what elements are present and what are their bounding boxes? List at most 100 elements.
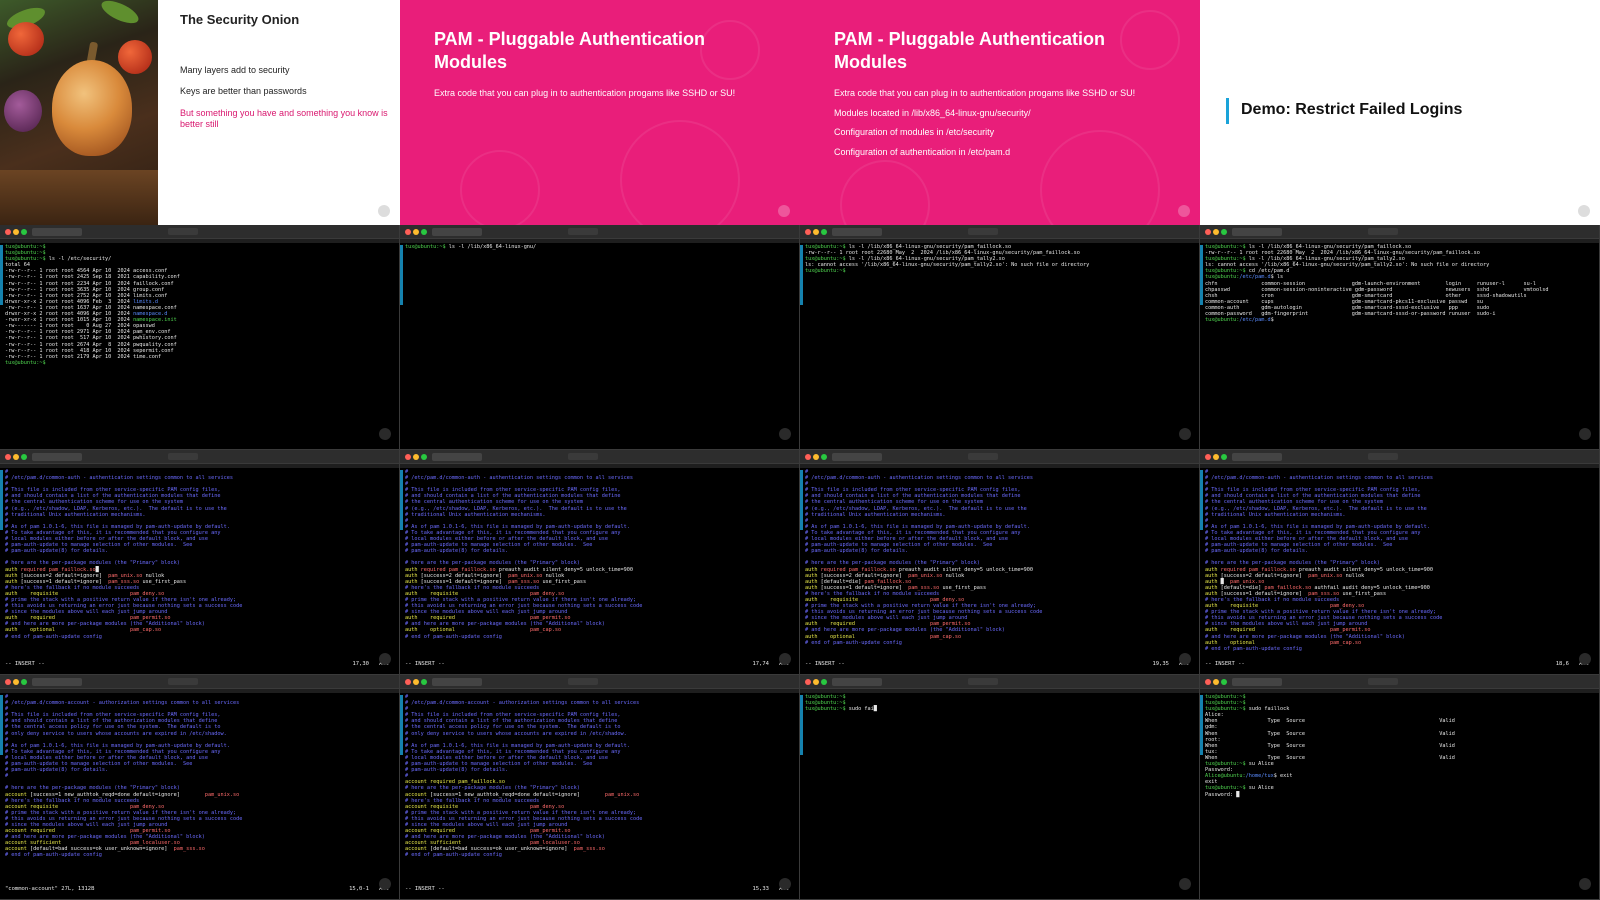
terminal-text: tux@ubuntu:~$ xyxy=(1205,706,1246,713)
maximize-icon[interactable] xyxy=(21,454,27,460)
scrollbar[interactable] xyxy=(400,245,403,305)
terminal-text: use_first_pass xyxy=(1342,590,1387,597)
terminal-text: # here's the fallback if no module succe… xyxy=(805,590,940,597)
terminal-text: # end of pam-auth-update config xyxy=(405,633,502,640)
terminal-tab[interactable] xyxy=(32,678,82,686)
close-icon[interactable] xyxy=(1205,454,1211,460)
scrollbar[interactable] xyxy=(0,695,3,755)
close-icon[interactable] xyxy=(805,229,811,235)
terminal-output[interactable]: # # /etc/pam.d/common-auth - authenticati… xyxy=(405,469,795,658)
terminal-text: ls: cannot access '/lib/x86_64-linux-gnu… xyxy=(1205,262,1490,269)
terminal-thumbnail[interactable]: tux@ubuntu:~$ ls -l /lib/x86_64-linux-gn… xyxy=(800,225,1200,450)
terminal-thumbnail[interactable]: tux@ubuntu:~$ ls -l /lib/x86_64-linux-gn… xyxy=(1200,225,1600,450)
maximize-icon[interactable] xyxy=(421,454,427,460)
minimize-icon[interactable] xyxy=(813,679,819,685)
scrollbar[interactable] xyxy=(800,695,803,755)
terminal-text: # This file is included from other servi… xyxy=(405,487,621,494)
terminal-thumbnail[interactable]: tux@ubuntu:~$ tux@ubuntu:~$ tux@ubuntu:~$ … xyxy=(1200,675,1600,900)
close-icon[interactable] xyxy=(805,454,811,460)
slide-pam-details[interactable]: PAM - Pluggable Authentication Modules E… xyxy=(800,0,1200,225)
terminal-tab[interactable] xyxy=(432,228,482,236)
terminal-output[interactable]: tux@ubuntu:~$ ls -l /lib/x86_64-linux-gn… xyxy=(405,244,795,433)
maximize-icon[interactable] xyxy=(1221,679,1227,685)
close-icon[interactable] xyxy=(1205,679,1211,685)
minimize-icon[interactable] xyxy=(13,454,19,460)
scrollbar[interactable] xyxy=(1200,470,1203,530)
terminal-thumbnail[interactable]: # # /etc/pam.d/common-auth - authenticati… xyxy=(1200,450,1600,675)
minimize-icon[interactable] xyxy=(413,454,419,460)
terminal-tab[interactable] xyxy=(1232,678,1282,686)
terminal-text: tux@ubuntu:~$ xyxy=(1205,761,1246,768)
terminal-output[interactable]: # # /etc/pam.d/common-account - authoriza… xyxy=(405,694,795,883)
close-icon[interactable] xyxy=(5,229,11,235)
terminal-thumbnail[interactable]: tux@ubuntu:~$ ls -l /lib/x86_64-linux-gn… xyxy=(400,225,800,450)
terminal-thumbnail[interactable]: tux@ubuntu:~$ tux@ubuntu:~$ tux@ubuntu:~$ … xyxy=(800,675,1200,900)
scrollbar[interactable] xyxy=(0,470,3,530)
scrollbar[interactable] xyxy=(1200,245,1203,305)
maximize-icon[interactable] xyxy=(821,454,827,460)
terminal-tab[interactable] xyxy=(432,678,482,686)
minimize-icon[interactable] xyxy=(413,679,419,685)
scrollbar[interactable] xyxy=(1200,695,1203,755)
maximize-icon[interactable] xyxy=(1221,454,1227,460)
slide-security-onion[interactable]: The Security Onion Many layers add to se… xyxy=(0,0,400,225)
terminal-output[interactable]: tux@ubuntu:~$ ls -l /lib/x86_64-linux-gn… xyxy=(805,244,1195,433)
terminal-tab[interactable] xyxy=(832,678,882,686)
close-icon[interactable] xyxy=(5,454,11,460)
close-icon[interactable] xyxy=(1205,229,1211,235)
terminal-tab[interactable] xyxy=(1232,228,1282,236)
terminal-thumbnail[interactable]: # # /etc/pam.d/common-auth - authenticati… xyxy=(400,450,800,675)
terminal-thumbnail[interactable]: tux@ubuntu:~$ tux@ubuntu:~$ tux@ubuntu:~$ … xyxy=(0,225,400,450)
slide-demo[interactable]: Demo: Restrict Failed Logins xyxy=(1200,0,1600,225)
maximize-icon[interactable] xyxy=(821,679,827,685)
terminal-text: auth optional xyxy=(405,627,530,634)
scrollbar[interactable] xyxy=(800,470,803,530)
close-icon[interactable] xyxy=(805,679,811,685)
maximize-icon[interactable] xyxy=(421,229,427,235)
minimize-icon[interactable] xyxy=(1213,454,1219,460)
close-icon[interactable] xyxy=(5,679,11,685)
maximize-icon[interactable] xyxy=(421,679,427,685)
terminal-tab[interactable] xyxy=(32,228,82,236)
terminal-output[interactable]: tux@ubuntu:~$ tux@ubuntu:~$ tux@ubuntu:~$ … xyxy=(1205,694,1595,883)
terminal-line: tux@ubuntu:~$ ls -l /lib/x86_64-linux-gn… xyxy=(405,244,795,250)
minimize-icon[interactable] xyxy=(13,679,19,685)
maximize-icon[interactable] xyxy=(821,229,827,235)
terminal-output[interactable]: # # /etc/pam.d/common-auth - authenticati… xyxy=(805,469,1195,658)
cursor-position: 15,0-1 xyxy=(349,886,369,892)
scrollbar[interactable] xyxy=(400,695,403,755)
terminal-output[interactable]: # # /etc/pam.d/common-account - authoriza… xyxy=(5,694,395,883)
scrollbar[interactable] xyxy=(0,245,3,305)
terminal-thumbnail[interactable]: # # /etc/pam.d/common-account - authoriza… xyxy=(0,675,400,900)
slide-pam-intro[interactable]: PAM - Pluggable Authentication Modules E… xyxy=(400,0,800,225)
terminal-tab[interactable] xyxy=(32,453,82,461)
terminal-thumbnail[interactable]: # # /etc/pam.d/common-account - authoriza… xyxy=(400,675,800,900)
terminal-thumbnail[interactable]: # # /etc/pam.d/common-auth - authenticati… xyxy=(0,450,400,675)
terminal-output[interactable]: tux@ubuntu:~$ tux@ubuntu:~$ tux@ubuntu:~$ … xyxy=(805,694,1195,883)
minimize-icon[interactable] xyxy=(413,229,419,235)
close-icon[interactable] xyxy=(405,454,411,460)
terminal-output[interactable]: tux@ubuntu:~$ tux@ubuntu:~$ tux@ubuntu:~$ … xyxy=(5,244,395,433)
minimize-icon[interactable] xyxy=(1213,679,1219,685)
terminal-tab[interactable] xyxy=(432,453,482,461)
terminal-thumbnail[interactable]: # # /etc/pam.d/common-auth - authenticati… xyxy=(800,450,1200,675)
minimize-icon[interactable] xyxy=(13,229,19,235)
terminal-output[interactable]: # # /etc/pam.d/common-auth - authenticati… xyxy=(5,469,395,658)
terminal-tab[interactable] xyxy=(832,228,882,236)
terminal-output[interactable]: # # /etc/pam.d/common-auth - authenticati… xyxy=(1205,469,1595,658)
maximize-icon[interactable] xyxy=(21,679,27,685)
terminal-text: ls -l /lib/x86_64-linux-gnu/ xyxy=(445,244,537,250)
minimize-icon[interactable] xyxy=(1213,229,1219,235)
minimize-icon[interactable] xyxy=(813,229,819,235)
maximize-icon[interactable] xyxy=(21,229,27,235)
scrollbar[interactable] xyxy=(400,470,403,530)
terminal-tab[interactable] xyxy=(1232,453,1282,461)
scrollbar[interactable] xyxy=(800,245,803,305)
minimize-icon[interactable] xyxy=(813,454,819,460)
close-icon[interactable] xyxy=(405,229,411,235)
maximize-icon[interactable] xyxy=(1221,229,1227,235)
close-icon[interactable] xyxy=(405,679,411,685)
terminal-output[interactable]: tux@ubuntu:~$ ls -l /lib/x86_64-linux-gn… xyxy=(1205,244,1595,433)
terminal-text: # (e.g., /etc/shadow, LDAP, Kerberos, et… xyxy=(5,505,227,512)
terminal-tab[interactable] xyxy=(832,453,882,461)
